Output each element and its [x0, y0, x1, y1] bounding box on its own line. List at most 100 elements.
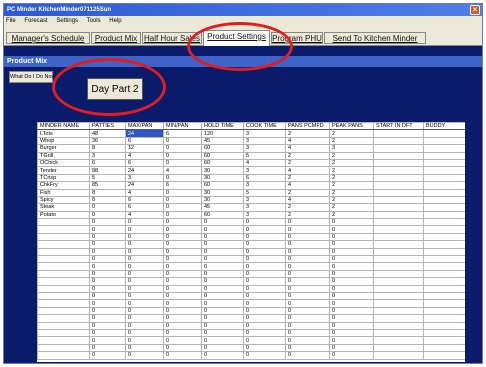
table-cell[interactable]	[373, 351, 424, 360]
table-cell[interactable]: 120	[201, 129, 244, 138]
table-cell[interactable]: 0	[163, 195, 202, 205]
table-cell[interactable]: 0	[329, 336, 374, 345]
table-cell[interactable]: Tender	[37, 166, 90, 175]
table-cell[interactable]: 0	[329, 262, 374, 271]
table-cell[interactable]	[373, 306, 424, 316]
table-cell[interactable]	[423, 203, 465, 212]
table-cell[interactable]: 3	[243, 181, 286, 190]
table-cell[interactable]: 4	[285, 136, 330, 146]
table-cell[interactable]	[37, 240, 90, 249]
column-header[interactable]: MINDER NAME	[37, 122, 90, 131]
table-cell[interactable]: 0	[329, 351, 374, 360]
table-cell[interactable]: 2	[285, 173, 330, 183]
table-cell[interactable]: 0	[243, 255, 286, 264]
table-cell[interactable]	[37, 343, 90, 353]
table-cell[interactable]	[373, 136, 424, 146]
table-cell[interactable]: 0	[201, 262, 244, 271]
table-cell[interactable]	[37, 284, 90, 294]
table-cell[interactable]: 24	[125, 129, 164, 138]
column-header[interactable]: PATTIES	[89, 122, 126, 131]
table-cell[interactable]: 0	[285, 321, 330, 330]
table-cell[interactable]: 0	[201, 306, 244, 316]
table-cell[interactable]: 0	[125, 299, 164, 308]
table-cell[interactable]: 0	[89, 262, 126, 271]
table-cell[interactable]: 3	[89, 151, 126, 160]
table-cell[interactable]: 30	[201, 195, 244, 205]
table-cell[interactable]: 0	[201, 255, 244, 264]
table-cell[interactable]	[373, 144, 424, 153]
table-cell[interactable]: 0	[201, 351, 244, 360]
table-cell[interactable]	[373, 225, 424, 234]
table-cell[interactable]: 4	[285, 144, 330, 153]
table-cell[interactable]: 4	[125, 210, 164, 220]
table-cell[interactable]	[37, 247, 90, 257]
column-header[interactable]: PEAK PANS	[329, 122, 374, 131]
table-cell[interactable]: 0	[125, 277, 164, 286]
table-cell[interactable]	[37, 225, 90, 234]
table-cell[interactable]: 0	[163, 284, 202, 294]
table-cell[interactable]: 0	[125, 232, 164, 242]
table-cell[interactable]: 6	[243, 173, 286, 183]
table-cell[interactable]: 60	[201, 158, 244, 168]
table-cell[interactable]: 0	[201, 343, 244, 353]
table-cell[interactable]: 0	[163, 247, 202, 257]
table-cell[interactable]: 0	[89, 328, 126, 338]
table-cell[interactable]: 0	[163, 136, 202, 146]
table-cell[interactable]: Steak	[37, 203, 90, 212]
table-cell[interactable]	[373, 210, 424, 220]
table-cell[interactable]: 3	[243, 129, 286, 138]
menu-tools[interactable]: Tools	[87, 18, 101, 24]
table-cell[interactable]: 0	[163, 158, 202, 168]
table-cell[interactable]: 0	[89, 321, 126, 330]
table-cell[interactable]: 0	[89, 232, 126, 242]
table-cell[interactable]	[423, 240, 465, 249]
table-cell[interactable]: 0	[285, 232, 330, 242]
table-cell[interactable]: 0	[125, 291, 164, 301]
table-cell[interactable]	[373, 328, 424, 338]
table-cell[interactable]: 0	[89, 299, 126, 308]
table-cell[interactable]: LTots	[37, 129, 90, 138]
table-cell[interactable]: 2	[285, 188, 330, 197]
table-cell[interactable]: 0	[329, 291, 374, 301]
table-cell[interactable]: 0	[163, 218, 202, 227]
table-cell[interactable]: 0	[163, 151, 202, 160]
table-cell[interactable]: 0	[163, 232, 202, 242]
table-cell[interactable]: 0	[125, 328, 164, 338]
table-cell[interactable]: 0	[201, 225, 244, 234]
table-cell[interactable]: 0	[201, 277, 244, 286]
table-cell[interactable]: 0	[125, 262, 164, 271]
table-cell[interactable]	[423, 247, 465, 257]
table-cell[interactable]	[373, 240, 424, 249]
table-cell[interactable]: 0	[163, 291, 202, 301]
column-header[interactable]: PANS PCMFD	[285, 122, 330, 131]
table-cell[interactable]	[373, 247, 424, 257]
table-cell[interactable]	[37, 328, 90, 338]
table-cell[interactable]: 0	[163, 336, 202, 345]
table-cell[interactable]: 0	[243, 247, 286, 257]
table-cell[interactable]: 0	[243, 343, 286, 353]
table-cell[interactable]	[423, 343, 465, 353]
table-cell[interactable]: 0	[329, 328, 374, 338]
table-cell[interactable]: 3	[243, 210, 286, 220]
table-cell[interactable]: 8	[89, 195, 126, 205]
table-cell[interactable]: 0	[201, 240, 244, 249]
table-cell[interactable]: 30	[201, 166, 244, 175]
table-cell[interactable]: 0	[329, 299, 374, 308]
table-cell[interactable]	[423, 306, 465, 316]
table-cell[interactable]: 0	[89, 291, 126, 301]
table-cell[interactable]: 0	[125, 240, 164, 249]
table-cell[interactable]: 0	[125, 336, 164, 345]
table-cell[interactable]: 6	[125, 158, 164, 168]
table-cell[interactable]	[373, 218, 424, 227]
table-cell[interactable]	[423, 277, 465, 286]
table-cell[interactable]	[423, 262, 465, 271]
table-cell[interactable]: 0	[243, 240, 286, 249]
table-cell[interactable]: 0	[201, 328, 244, 338]
table-cell[interactable]: 30	[201, 173, 244, 183]
table-cell[interactable]	[37, 299, 90, 308]
table-cell[interactable]: 0	[89, 240, 126, 249]
table-cell[interactable]: 0	[163, 306, 202, 316]
table-cell[interactable]: 36	[89, 136, 126, 146]
column-header[interactable]: BUDDY	[423, 122, 465, 131]
table-cell[interactable]: 0	[125, 284, 164, 294]
